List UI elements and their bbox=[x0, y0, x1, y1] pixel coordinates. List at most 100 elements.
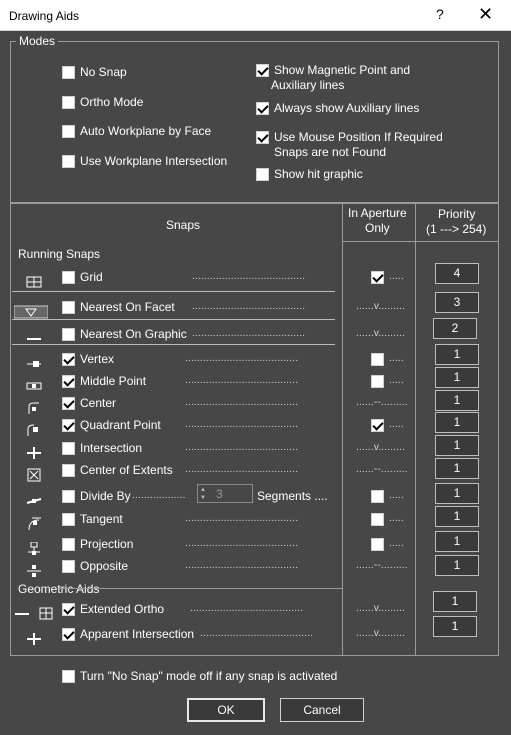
show-magnetic-label-1: Show Magnetic Point and bbox=[274, 63, 411, 77]
snap-projection-checkbox[interactable] bbox=[62, 538, 75, 551]
aid-apparent-intersection-priority[interactable]: 1 bbox=[433, 616, 477, 637]
aid-apparent-intersection-label: Apparent Intersection bbox=[80, 627, 195, 641]
mouse-position-checkbox[interactable] bbox=[256, 131, 269, 144]
snap-projection-priority[interactable]: 1 bbox=[435, 531, 479, 552]
snap-projection-aperture-checkbox[interactable] bbox=[371, 538, 384, 551]
snap-nearest-facet-checkbox[interactable] bbox=[62, 301, 75, 314]
snap-quadrant-point-checkbox[interactable] bbox=[62, 419, 75, 432]
snap-divide-by-dots: .................. bbox=[132, 490, 186, 501]
no-snap-checkbox[interactable] bbox=[62, 66, 75, 79]
snaps-column-header: Snaps bbox=[166, 218, 201, 232]
ok-button[interactable]: OK bbox=[187, 698, 265, 722]
snap-tangent-aperture-checkbox[interactable] bbox=[371, 513, 384, 526]
snap-intersection-aperture-text: ......v......... bbox=[356, 442, 406, 453]
snap-grid-aperture-dots: ..... bbox=[389, 271, 404, 282]
snap-center-extents-checkbox[interactable] bbox=[62, 464, 75, 477]
mouse-position-label-2: Snaps are not Found bbox=[274, 145, 387, 159]
grid-icon bbox=[26, 275, 42, 289]
snap-divide-by-segments: Segments .... bbox=[257, 489, 328, 503]
aid-apparent-intersection-dots: ...................................... bbox=[200, 628, 314, 639]
aid-apparent-intersection-aperture-text: ......v......... bbox=[356, 628, 406, 639]
show-hit-graphic-checkbox[interactable] bbox=[256, 168, 269, 181]
snap-center-priority[interactable]: 1 bbox=[435, 390, 479, 411]
snap-middle-point-aperture-checkbox[interactable] bbox=[371, 375, 384, 388]
snap-vertex-checkbox[interactable] bbox=[62, 353, 75, 366]
snap-divide-by-label: Divide By bbox=[80, 489, 131, 503]
snap-middle-point-priority[interactable]: 1 bbox=[435, 367, 479, 388]
snap-vertex-aperture-dots: ..... bbox=[389, 353, 404, 364]
snap-projection-dots: ...................................... bbox=[185, 538, 299, 549]
close-icon[interactable]: ✕ bbox=[478, 4, 493, 24]
aid-apparent-intersection-checkbox[interactable] bbox=[62, 628, 75, 641]
ortho-mode-checkbox[interactable] bbox=[62, 96, 75, 109]
divide-by-icon bbox=[26, 494, 42, 508]
center-icon bbox=[26, 401, 42, 415]
snap-center-dots: ...................................... bbox=[185, 397, 299, 408]
snap-intersection-checkbox[interactable] bbox=[62, 442, 75, 455]
stepper-up-icon[interactable]: ▲ bbox=[200, 486, 210, 494]
snap-opposite-aperture-text: ......--......... bbox=[356, 560, 408, 571]
snap-grid-priority[interactable]: 4 bbox=[435, 263, 479, 284]
snap-nearest-graphic-priority[interactable]: 2 bbox=[433, 318, 477, 339]
show-hit-graphic-label: Show hit graphic bbox=[274, 167, 363, 181]
snap-nearest-facet-dots: ...................................... bbox=[192, 301, 306, 312]
snap-opposite-label: Opposite bbox=[80, 559, 129, 573]
priority-header-1: Priority bbox=[438, 207, 476, 221]
auto-workplane-checkbox[interactable] bbox=[62, 125, 75, 138]
show-magnetic-checkbox[interactable] bbox=[256, 64, 269, 77]
snap-center-extents-label: Center of Extents bbox=[80, 463, 173, 477]
snap-quadrant-point-priority[interactable]: 1 bbox=[435, 412, 479, 433]
aid-extended-ortho-priority[interactable]: 1 bbox=[433, 591, 477, 612]
snap-intersection-priority[interactable]: 1 bbox=[435, 435, 479, 456]
snap-grid-aperture-checkbox[interactable] bbox=[371, 271, 384, 284]
snap-divide-by-aperture-checkbox[interactable] bbox=[371, 490, 384, 503]
aid-extended-ortho-aperture-text: ......v......... bbox=[356, 603, 406, 614]
no-snap-off-checkbox[interactable] bbox=[62, 670, 75, 683]
snap-quadrant-point-aperture-checkbox[interactable] bbox=[371, 419, 384, 432]
snap-nearest-facet-label: Nearest On Facet bbox=[80, 300, 175, 314]
aperture-header-1: In Aperture bbox=[348, 206, 407, 220]
always-show-aux-checkbox[interactable] bbox=[256, 102, 269, 115]
separator-aids bbox=[60, 588, 342, 589]
snap-center-extents-priority[interactable]: 1 bbox=[435, 458, 479, 479]
aid-extended-ortho-checkbox[interactable] bbox=[62, 603, 75, 616]
snap-intersection-label: Intersection bbox=[80, 441, 143, 455]
intersection-icon bbox=[26, 446, 42, 460]
nearest-graphic-icon bbox=[26, 332, 42, 346]
help-icon[interactable]: ? bbox=[436, 6, 444, 22]
snap-tangent-checkbox[interactable] bbox=[62, 513, 75, 526]
snap-quadrant-point-label: Quadrant Point bbox=[80, 418, 161, 432]
snap-divide-by-priority[interactable]: 1 bbox=[435, 483, 479, 504]
stepper-down-icon[interactable]: ▼ bbox=[200, 494, 210, 502]
divide-by-stepper[interactable]: ▲ ▼ 3 bbox=[197, 484, 253, 503]
center-extents-icon bbox=[26, 468, 42, 482]
snap-opposite-checkbox[interactable] bbox=[62, 560, 75, 573]
snap-nearest-graphic-dots: ...................................... bbox=[192, 328, 306, 339]
snap-divide-by-checkbox[interactable] bbox=[62, 490, 75, 503]
workplane-intersection-checkbox[interactable] bbox=[62, 155, 75, 168]
modes-legend: Modes bbox=[16, 34, 59, 48]
mouse-position-label-1: Use Mouse Position If Required bbox=[274, 130, 443, 144]
snap-vertex-priority[interactable]: 1 bbox=[435, 344, 479, 365]
snap-middle-point-checkbox[interactable] bbox=[62, 375, 75, 388]
snap-grid-checkbox[interactable] bbox=[62, 271, 75, 284]
snap-tangent-priority[interactable]: 1 bbox=[435, 506, 479, 527]
snap-center-label: Center bbox=[80, 396, 117, 410]
snap-center-checkbox[interactable] bbox=[62, 397, 75, 410]
snap-middle-point-aperture-dots: ..... bbox=[389, 375, 404, 386]
snap-vertex-dots: ...................................... bbox=[185, 353, 299, 364]
snap-tangent-aperture-dots: ..... bbox=[389, 513, 404, 524]
separator-grid bbox=[12, 291, 335, 292]
window-title: Drawing Aids bbox=[9, 9, 80, 23]
cancel-button[interactable]: Cancel bbox=[280, 698, 364, 722]
snap-center-extents-aperture-text: ......--......... bbox=[356, 464, 408, 475]
snap-opposite-priority[interactable]: 1 bbox=[435, 555, 479, 576]
snap-middle-point-dots: ...................................... bbox=[185, 375, 299, 386]
snap-nearest-graphic-checkbox[interactable] bbox=[62, 328, 75, 341]
snap-nearest-facet-priority[interactable]: 3 bbox=[435, 292, 479, 313]
extended-ortho-icon bbox=[14, 607, 54, 621]
no-snap-off-label: Turn "No Snap" mode off if any snap is a… bbox=[80, 669, 338, 683]
divide-by-value: 3 bbox=[216, 487, 223, 501]
column-divider-1 bbox=[342, 203, 343, 656]
snap-vertex-aperture-checkbox[interactable] bbox=[371, 353, 384, 366]
